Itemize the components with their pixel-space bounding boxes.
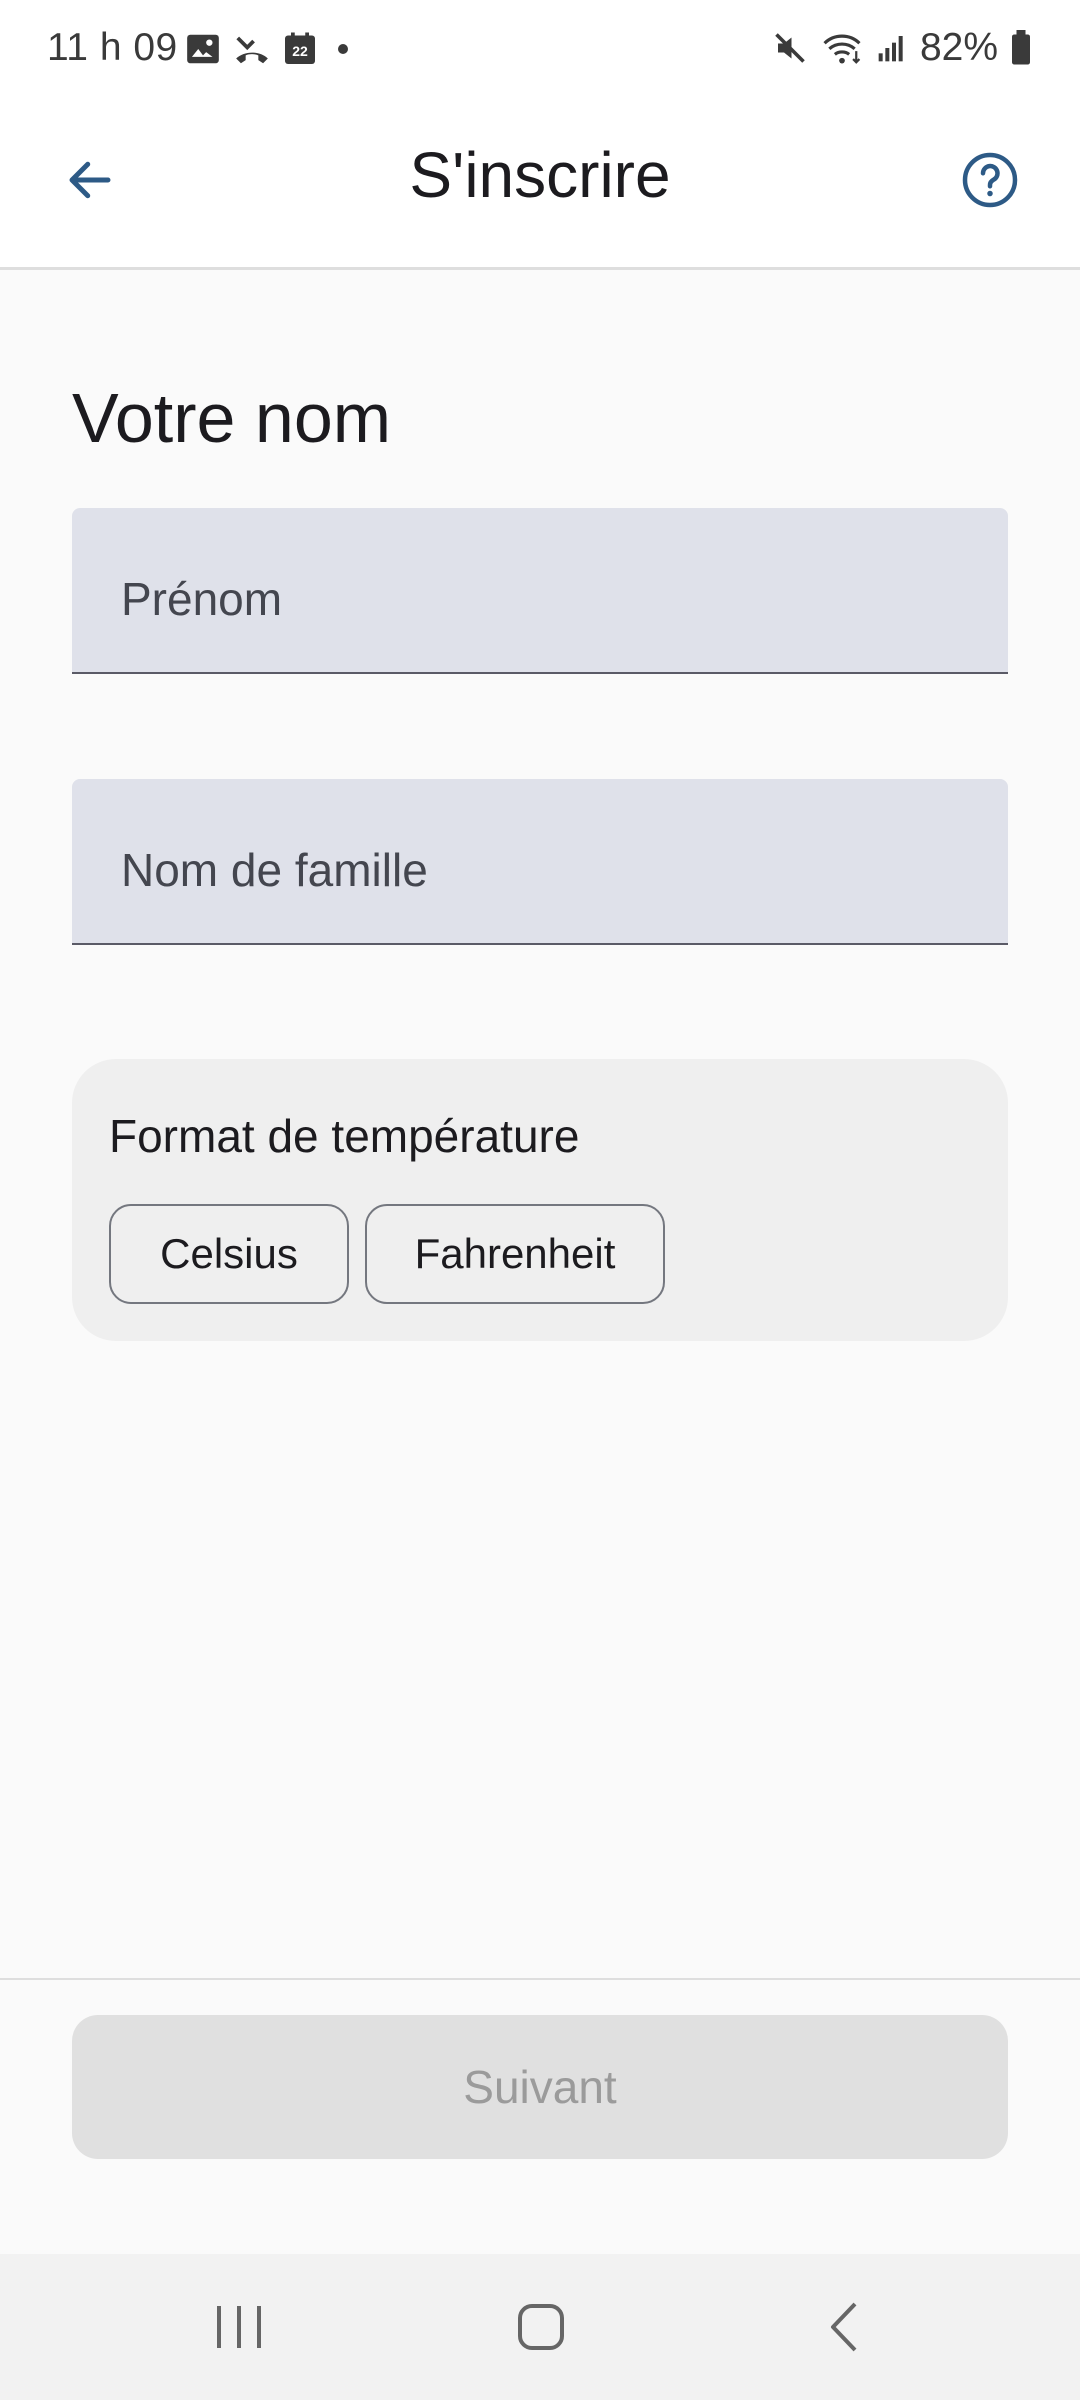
last-name-placeholder: Nom de famille [121, 844, 428, 896]
signal-icon [876, 31, 908, 65]
battery-percentage: 82% [919, 26, 998, 69]
last-name-field[interactable]: Nom de famille [72, 779, 1008, 945]
home-icon [515, 2301, 567, 2358]
status-time: 11 h 09 [47, 26, 178, 69]
nav-back-button[interactable] [790, 2284, 900, 2374]
dot-icon [328, 30, 358, 68]
first-name-placeholder: Prénom [121, 573, 283, 625]
system-nav-bar [0, 2254, 1080, 2400]
calendar-day: 22 [292, 43, 308, 59]
help-button[interactable] [950, 142, 1030, 222]
celsius-chip[interactable]: Celsius [109, 1204, 349, 1304]
status-notification-icons: 22 [184, 30, 358, 68]
recents-icon [211, 2302, 267, 2357]
next-button[interactable]: Suivant [72, 2015, 1008, 2159]
recents-button[interactable] [184, 2284, 294, 2374]
app-bar: S'inscrire [0, 100, 1080, 270]
status-bar: 11 h 09 22 82% [0, 0, 1080, 100]
image-icon [184, 30, 222, 68]
page-title: S'inscrire [409, 139, 671, 211]
temperature-format-title: Format de température [109, 1110, 580, 1162]
footer-divider [0, 1978, 1080, 1980]
help-icon [960, 150, 1020, 215]
mute-icon [772, 30, 808, 66]
back-icon [825, 2300, 865, 2359]
fahrenheit-chip[interactable]: Fahrenheit [365, 1204, 665, 1304]
temperature-format-card: Format de température Celsius Fahrenheit [72, 1059, 1008, 1341]
section-title: Votre nom [72, 379, 392, 457]
battery-icon [1010, 30, 1032, 66]
home-button[interactable] [486, 2284, 596, 2374]
status-system-icons: 82% [772, 26, 1032, 70]
first-name-field[interactable]: Prénom [72, 508, 1008, 674]
missed-call-icon [232, 30, 272, 68]
wifi-icon [820, 29, 864, 67]
calendar-icon: 22 [282, 30, 318, 68]
